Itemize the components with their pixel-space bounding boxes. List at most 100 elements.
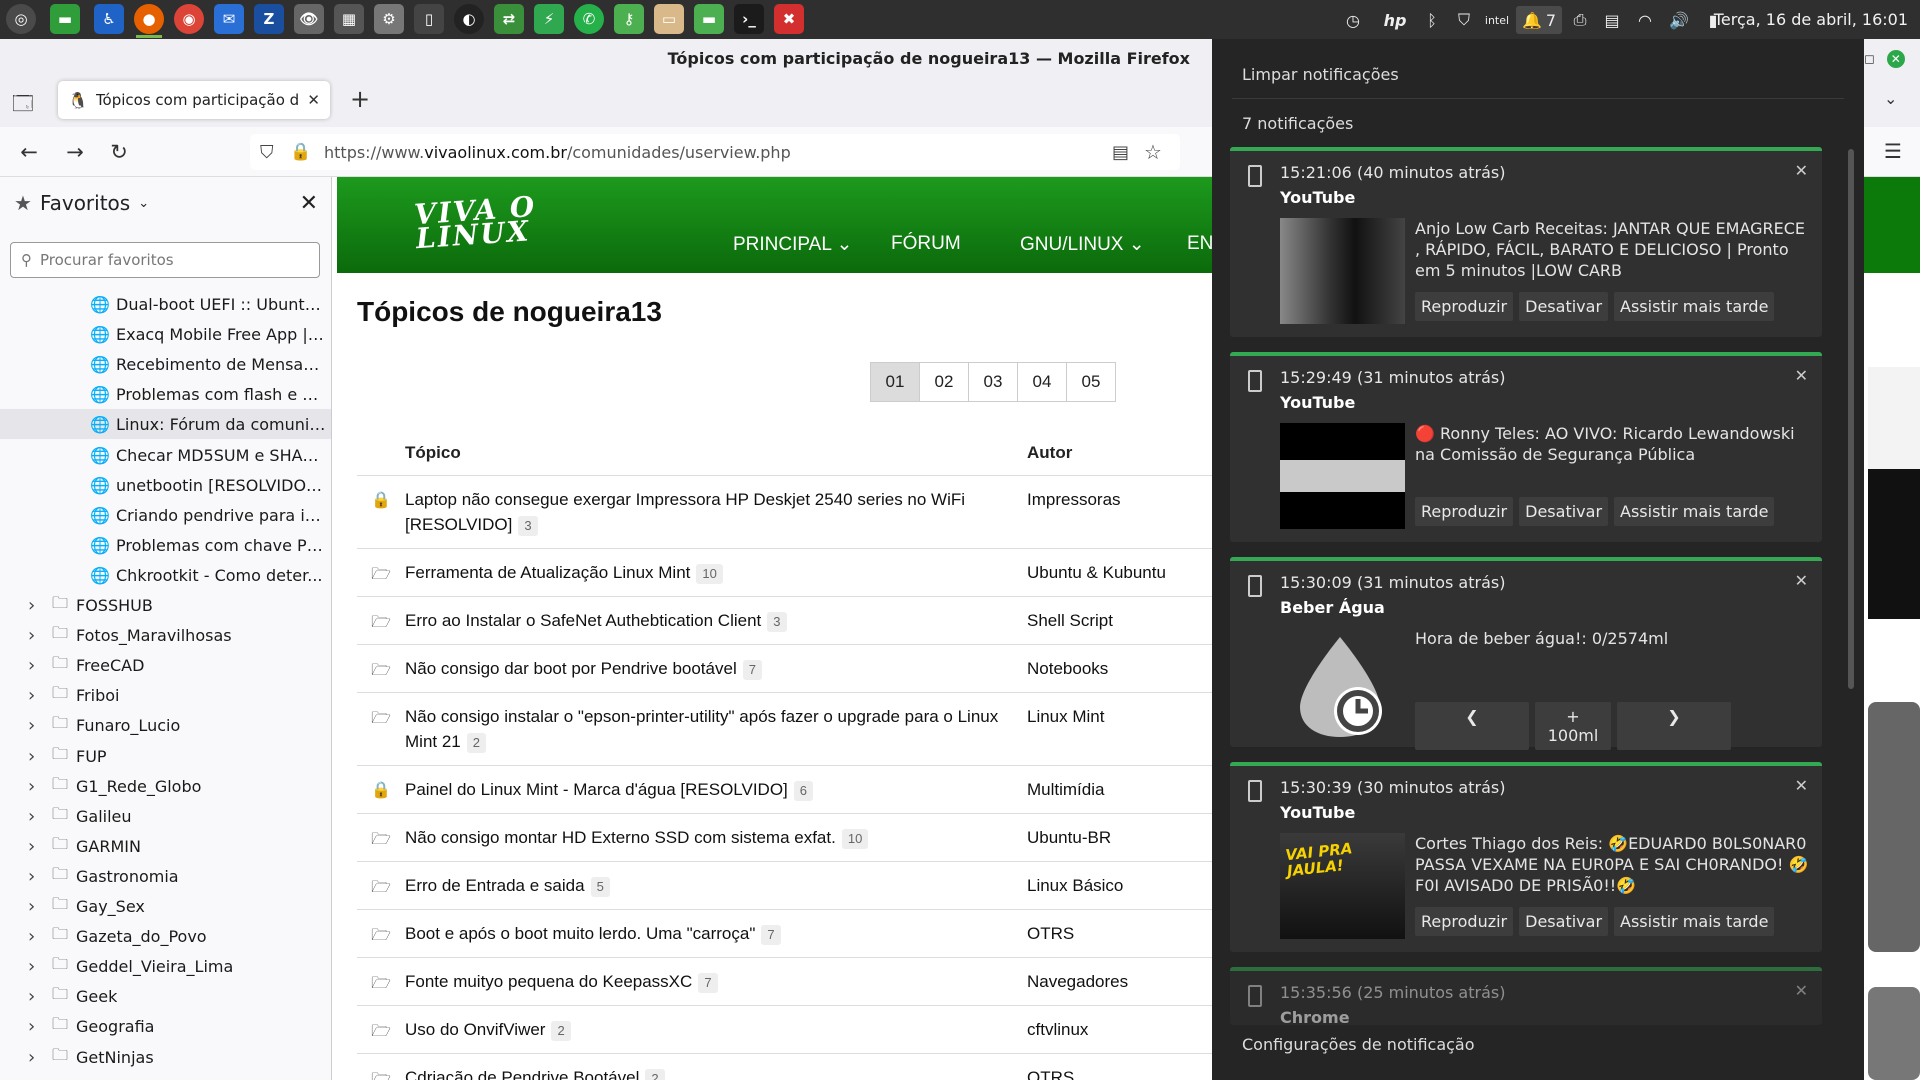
- bookmark-folder[interactable]: › 🗀 Gay_Sex: [0, 891, 331, 921]
- bookmark-folder[interactable]: › 🗀 GARMIN: [0, 831, 331, 861]
- wifi-icon[interactable]: ◠: [1630, 6, 1660, 34]
- chrome-icon[interactable]: ◉: [174, 4, 204, 34]
- notification-card[interactable]: 15:35:56 (25 minutos atrás) Chrome ✕: [1230, 967, 1822, 1025]
- chevron-right-icon[interactable]: ›: [28, 956, 50, 977]
- archive-icon[interactable]: ▭: [654, 4, 684, 34]
- topic-link[interactable]: Cdriação de Pendrive Bootável: [405, 1068, 639, 1080]
- accessibility-icon[interactable]: ♿: [94, 4, 124, 34]
- topic-link[interactable]: Ferramenta de Atualização Linux Mint: [405, 563, 690, 582]
- sound-icon[interactable]: ✖: [774, 4, 804, 34]
- chevron-right-icon[interactable]: ›: [28, 715, 50, 736]
- page-link[interactable]: 05: [1066, 362, 1116, 402]
- topic-category[interactable]: Linux Mint: [1027, 693, 1104, 765]
- topic-category[interactable]: Ubuntu & Kubuntu: [1027, 549, 1166, 596]
- disk-icon[interactable]: ◐: [454, 4, 484, 34]
- next-button[interactable]: ❯: [1617, 702, 1731, 750]
- printer-icon[interactable]: ⎙: [1566, 6, 1594, 34]
- topic-link[interactable]: Não consigo dar boot por Pendrive bootáv…: [405, 659, 737, 678]
- shield-icon[interactable]: ⛉: [1450, 6, 1478, 34]
- menu-en[interactable]: EN: [1187, 233, 1212, 255]
- tab-active[interactable]: 🐧 Tópicos com participação de nogueira13…: [58, 81, 330, 119]
- topic-category[interactable]: Notebooks: [1027, 645, 1108, 692]
- chevron-right-icon[interactable]: ›: [28, 896, 50, 917]
- bookmark-folder[interactable]: › 🗀 Friboi: [0, 680, 331, 710]
- chevron-right-icon[interactable]: ›: [28, 836, 50, 857]
- menu-icon[interactable]: ◎: [6, 4, 36, 34]
- menu-gnu-linux[interactable]: GNU/LINUX ⌄: [1020, 233, 1145, 256]
- chevron-right-icon[interactable]: ›: [28, 806, 50, 827]
- notification-settings-button[interactable]: Configurações de notificação: [1242, 1035, 1475, 1054]
- chevron-right-icon[interactable]: ›: [28, 746, 50, 767]
- bookmark-item[interactable]: 🌐 unetbootin [RESOLVIDO] ...: [0, 470, 331, 500]
- close-notification-icon[interactable]: ✕: [1795, 161, 1808, 180]
- chevron-right-icon[interactable]: ›: [28, 866, 50, 887]
- bookmark-item[interactable]: 🌐 Problemas com chave PU...: [0, 530, 331, 560]
- site-logo[interactable]: VIVA O LINUX: [413, 190, 538, 255]
- topic-link[interactable]: Fonte muityo pequena do KeepassXC: [405, 972, 692, 991]
- topic-link[interactable]: Não consigo instalar o "epson-printer-ut…: [405, 707, 998, 751]
- disable-button[interactable]: Desativar: [1519, 292, 1609, 321]
- notification-card[interactable]: 15:21:06 (40 minutos atrás) YouTube ✕ An…: [1230, 147, 1822, 337]
- close-notification-icon[interactable]: ✕: [1795, 776, 1808, 795]
- notifications-scrollbar[interactable]: [1848, 149, 1854, 689]
- chevron-right-icon[interactable]: ›: [28, 986, 50, 1007]
- lock-icon[interactable]: 🔒: [290, 142, 311, 162]
- disable-button[interactable]: Desativar: [1519, 907, 1609, 936]
- editor-icon[interactable]: Z: [254, 4, 284, 34]
- volume-icon[interactable]: 🔊: [1664, 6, 1694, 34]
- topic-category[interactable]: Ubuntu-BR: [1027, 814, 1111, 861]
- notification-card[interactable]: 15:30:39 (30 minutos atrás) YouTube ✕ VA…: [1230, 762, 1822, 952]
- bookmark-folder[interactable]: › 🗀 Funaro_Lucio: [0, 710, 331, 740]
- reader-view-icon[interactable]: ▤: [1112, 142, 1129, 163]
- topic-category[interactable]: Impressoras: [1027, 476, 1121, 548]
- notification-card[interactable]: 15:29:49 (31 minutos atrás) YouTube ✕ 🔴 …: [1230, 352, 1822, 542]
- close-window-icon[interactable]: ✕: [1886, 50, 1905, 68]
- whatsapp-icon[interactable]: ✆: [574, 4, 604, 34]
- close-notification-icon[interactable]: ✕: [1795, 366, 1808, 385]
- bookmark-item[interactable]: 🌐 Criando pendrive para ins...: [0, 500, 331, 530]
- clock-app-icon[interactable]: ◷: [1338, 6, 1368, 34]
- page-link[interactable]: 03: [968, 362, 1018, 402]
- notifications-applet[interactable]: 🔔 7: [1516, 6, 1562, 34]
- play-button[interactable]: Reproduzir: [1415, 907, 1514, 936]
- topic-category[interactable]: OTRS: [1027, 1054, 1074, 1080]
- files-icon[interactable]: ▬: [694, 4, 724, 34]
- bookmark-folder[interactable]: › 🗀 Gastronomia: [0, 861, 331, 891]
- page-link[interactable]: 01: [870, 362, 920, 402]
- chevron-right-icon[interactable]: ›: [28, 685, 50, 706]
- intel-icon[interactable]: intel: [1482, 6, 1512, 34]
- forward-icon[interactable]: →: [60, 137, 90, 167]
- chevron-right-icon[interactable]: ›: [28, 1047, 50, 1068]
- bookmark-item[interactable]: 🌐 Chkrootkit - Como deter...: [0, 560, 331, 590]
- bookmark-folder[interactable]: › 🗀 FOSSHUB: [0, 590, 331, 620]
- bookmark-star-icon[interactable]: ☆: [1144, 140, 1162, 164]
- chevron-down-icon[interactable]: ⌄: [138, 196, 149, 211]
- phone-icon[interactable]: ▯: [414, 4, 444, 34]
- play-button[interactable]: Reproduzir: [1415, 292, 1514, 321]
- bookmark-search-input[interactable]: ⚲ Procurar favoritos: [10, 242, 320, 278]
- maximize-icon[interactable]: ◻: [1864, 52, 1875, 67]
- chevron-right-icon[interactable]: ›: [28, 926, 50, 947]
- bluetooth-icon[interactable]: ᛒ: [1420, 6, 1444, 34]
- topic-link[interactable]: Não consigo montar HD Externo SSD com si…: [405, 828, 836, 847]
- notification-card[interactable]: 15:30:09 (31 minutos atrás) Beber Água ✕…: [1230, 557, 1822, 750]
- eye-icon[interactable]: 👁: [294, 4, 324, 34]
- topic-category[interactable]: cftvlinux: [1027, 1006, 1088, 1053]
- topic-category[interactable]: Shell Script: [1027, 597, 1113, 644]
- chevron-right-icon[interactable]: ›: [28, 625, 50, 646]
- bookmark-item[interactable]: 🌐 Problemas com flash e de...: [0, 379, 331, 409]
- tab-overview-icon[interactable]: 🗔: [12, 89, 34, 123]
- add-100ml-button[interactable]: + 100ml: [1535, 702, 1611, 750]
- key-icon[interactable]: ⚷: [614, 4, 644, 34]
- clear-notifications-button[interactable]: Limpar notificações: [1242, 65, 1399, 84]
- close-notification-icon[interactable]: ✕: [1795, 981, 1808, 1000]
- chevron-right-icon[interactable]: ›: [28, 776, 50, 797]
- remote-icon[interactable]: ⇄: [494, 4, 524, 34]
- topic-link[interactable]: Erro ao Instalar o SafeNet Authebticatio…: [405, 611, 761, 630]
- bookmark-folder[interactable]: › 🗀 Geografia: [0, 1011, 331, 1041]
- bookmark-folder[interactable]: › 🗀 G1_Rede_Globo: [0, 771, 331, 801]
- chevron-right-icon[interactable]: ›: [28, 655, 50, 676]
- mail-icon[interactable]: ✉: [214, 4, 244, 34]
- bookmark-folder[interactable]: › 🗀 Fotos_Maravilhosas: [0, 620, 331, 650]
- app-menu-icon[interactable]: ☰: [1884, 139, 1902, 163]
